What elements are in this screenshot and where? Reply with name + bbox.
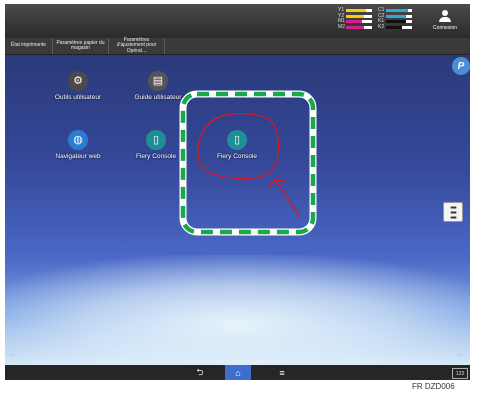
- highlight-dashed-box: [180, 91, 316, 235]
- figure-caption: FR DZD006: [412, 382, 455, 391]
- hand-drawn-circle: [197, 112, 280, 180]
- annotation-overlay: [179, 90, 317, 236]
- highlight-outline: [179, 90, 317, 236]
- hand-drawn-arrow: [267, 179, 301, 219]
